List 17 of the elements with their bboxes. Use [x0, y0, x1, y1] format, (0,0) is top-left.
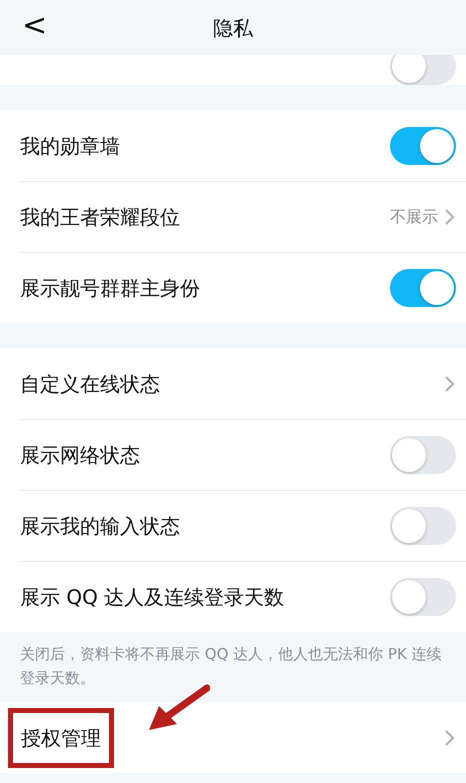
setting-value: 不展示 [390, 206, 438, 228]
setting-label: 展示我的输入状态 [20, 512, 180, 540]
toggle-switch[interactable] [390, 55, 456, 85]
setting-label: 展示靓号群群主身份 [20, 274, 200, 302]
toggle-switch[interactable] [390, 436, 456, 474]
setting-label: 展示网络状态 [20, 442, 140, 468]
toggle-switch[interactable] [390, 578, 456, 616]
setting-label: 我的王者荣耀段位 [20, 204, 180, 230]
highlighted-label: 授权管理 [8, 708, 114, 768]
toggle-switch[interactable] [390, 268, 456, 306]
setting-label: 展示 QQ 达人及连续登录天数 [20, 584, 284, 610]
back-button[interactable]: < [18, 8, 52, 44]
setting-label: 自定义在线状态 [20, 370, 160, 398]
page-title: 隐私 [213, 14, 253, 42]
setting-label: 我的勋章墙 [20, 132, 120, 160]
toggle-switch[interactable] [390, 506, 456, 544]
toggle-switch[interactable] [390, 126, 456, 164]
